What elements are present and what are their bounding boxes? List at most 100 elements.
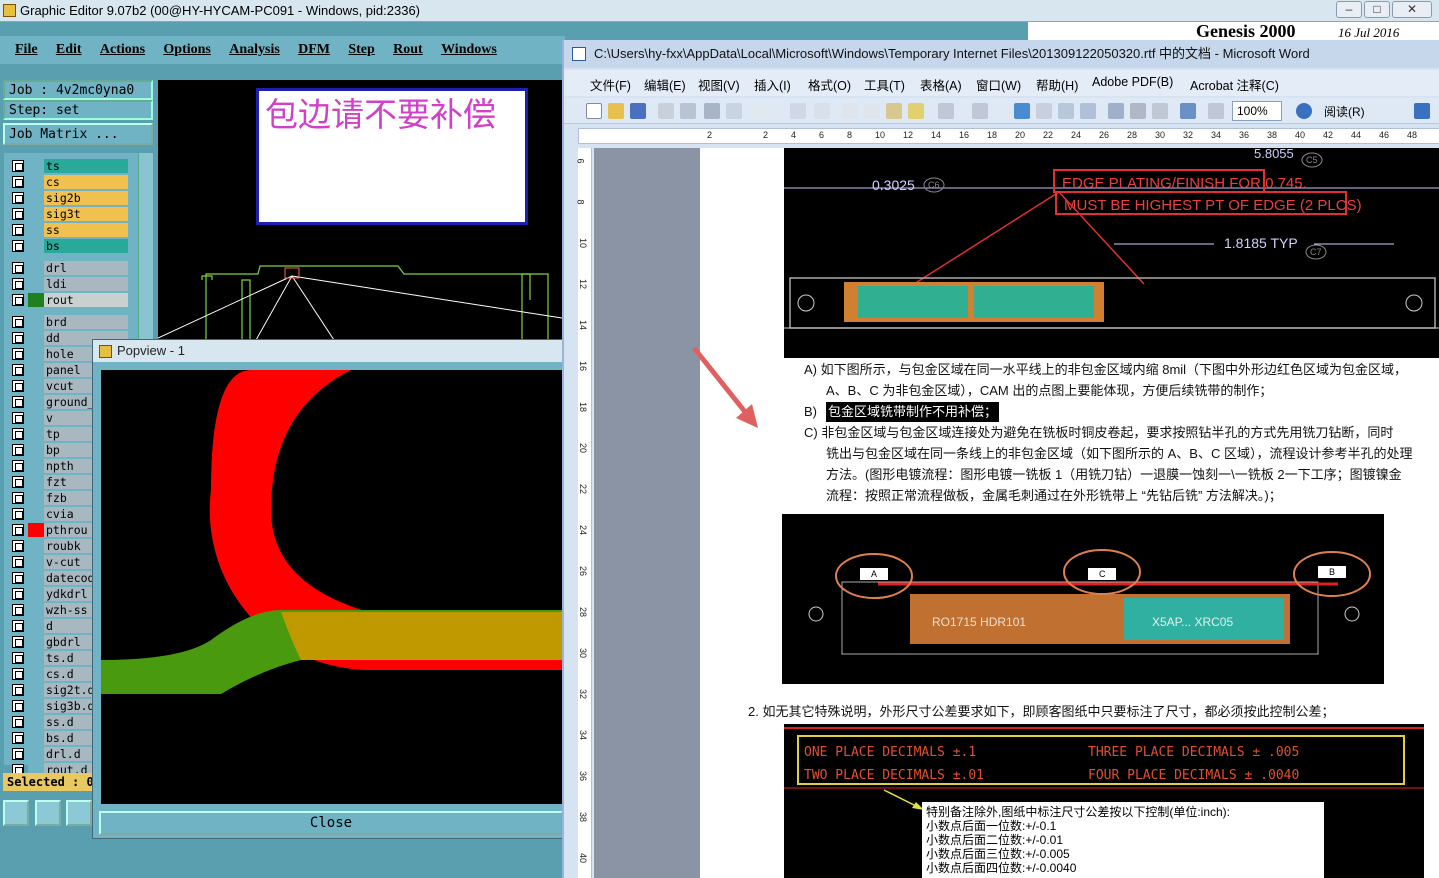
layer-row[interactable]: drl	[8, 261, 128, 275]
paragraph-mark-icon[interactable]	[1208, 103, 1224, 119]
layer-checkbox[interactable]	[12, 636, 24, 648]
layer-checkbox[interactable]	[12, 684, 24, 696]
drawing-icon[interactable]	[1130, 103, 1146, 119]
layer-checkbox[interactable]	[12, 604, 24, 616]
hyperlink-icon[interactable]	[1014, 103, 1030, 119]
tool-button-2[interactable]	[35, 800, 61, 826]
word-menu-edit[interactable]: 编辑(E)	[644, 75, 686, 94]
word-menu-file[interactable]: 文件(F)	[590, 75, 631, 94]
layer-checkbox[interactable]	[12, 208, 24, 220]
insert-table-icon[interactable]	[1058, 103, 1074, 119]
print-icon[interactable]	[704, 103, 720, 119]
layer-checkbox[interactable]	[12, 176, 24, 188]
minimize-button[interactable]: –	[1336, 1, 1362, 18]
traditional-icon[interactable]	[754, 103, 770, 119]
popview-close-button[interactable]: Close	[99, 811, 563, 835]
word-menu-tools[interactable]: 工具(T)	[864, 75, 905, 94]
layer-checkbox[interactable]	[12, 192, 24, 204]
layer-row[interactable]: rout	[8, 293, 128, 307]
paste-icon[interactable]	[886, 103, 902, 119]
save-icon[interactable]	[630, 103, 646, 119]
layer-checkbox[interactable]	[12, 460, 24, 472]
layer-checkbox[interactable]	[12, 524, 24, 536]
layer-checkbox[interactable]	[12, 572, 24, 584]
layer-checkbox[interactable]	[12, 278, 24, 290]
layer-row[interactable]: ldi	[8, 277, 128, 291]
word-menu-format[interactable]: 格式(O)	[808, 75, 851, 94]
permission-icon[interactable]	[658, 103, 674, 119]
columns-icon[interactable]	[1108, 103, 1124, 119]
open-icon[interactable]	[608, 103, 624, 119]
layer-checkbox[interactable]	[12, 380, 24, 392]
new-doc-icon[interactable]	[586, 103, 602, 119]
layer-checkbox[interactable]	[12, 396, 24, 408]
layer-checkbox[interactable]	[12, 508, 24, 520]
layer-row[interactable]: ss	[8, 223, 128, 237]
tool-button-3[interactable]	[66, 800, 92, 826]
redo-icon[interactable]	[972, 103, 988, 119]
menu-file[interactable]: File	[15, 36, 38, 64]
layer-checkbox[interactable]	[12, 262, 24, 274]
document-map-icon[interactable]	[1152, 103, 1168, 119]
layer-row[interactable]: ts	[8, 159, 128, 173]
spellcheck-icon[interactable]	[790, 103, 806, 119]
layer-checkbox[interactable]	[12, 332, 24, 344]
menu-windows[interactable]: Windows	[441, 36, 497, 64]
tool-button-1[interactable]	[3, 800, 29, 826]
layer-checkbox[interactable]	[12, 732, 24, 744]
word-menu-table[interactable]: 表格(A)	[920, 75, 962, 94]
research-icon[interactable]	[814, 103, 830, 119]
email-icon[interactable]	[680, 103, 696, 119]
word-menu-acrobat[interactable]: Acrobat 注释(C)	[1190, 75, 1279, 94]
print-preview-icon[interactable]	[726, 103, 742, 119]
insert-excel-icon[interactable]	[1080, 103, 1096, 119]
layer-checkbox[interactable]	[12, 316, 24, 328]
layer-checkbox[interactable]	[12, 240, 24, 252]
cut-icon[interactable]	[842, 103, 858, 119]
help-icon[interactable]	[1296, 103, 1312, 119]
word-menu-insert[interactable]: 插入(I)	[754, 75, 791, 94]
layer-checkbox[interactable]	[12, 492, 24, 504]
layer-checkbox[interactable]	[12, 428, 24, 440]
document-page[interactable]: 5.8055 C5 0.3025 C6 EDGE PLATING/FINISH …	[692, 148, 1439, 878]
undo-icon[interactable]	[938, 103, 954, 119]
layer-checkbox[interactable]	[12, 348, 24, 360]
menu-options[interactable]: Options	[163, 36, 210, 64]
menu-edit[interactable]: Edit	[56, 36, 82, 64]
layer-checkbox[interactable]	[12, 620, 24, 632]
style-icon[interactable]	[1414, 103, 1430, 119]
menu-rout[interactable]: Rout	[393, 36, 423, 64]
maximize-button[interactable]: □	[1364, 1, 1390, 18]
layer-row[interactable]: sig2b	[8, 191, 128, 205]
layer-checkbox[interactable]	[12, 700, 24, 712]
menu-step[interactable]: Step	[348, 36, 374, 64]
para-b-selected[interactable]: 包金区域铣带制作不用补偿；	[826, 402, 1000, 422]
word-menu-view[interactable]: 视图(V)	[698, 75, 740, 94]
layer-checkbox[interactable]	[12, 668, 24, 680]
word-menu-window[interactable]: 窗口(W)	[976, 75, 1021, 94]
layer-checkbox[interactable]	[12, 364, 24, 376]
read-button[interactable]: 阅读(R)	[1324, 103, 1365, 120]
layer-checkbox[interactable]	[12, 556, 24, 568]
layer-checkbox[interactable]	[12, 476, 24, 488]
word-menu-help[interactable]: 帮助(H)	[1036, 75, 1078, 94]
layer-row[interactable]: cs	[8, 175, 128, 189]
show-hide-icon[interactable]	[1180, 103, 1196, 119]
layer-row[interactable]: bs	[8, 239, 128, 253]
layer-checkbox[interactable]	[12, 540, 24, 552]
menu-actions[interactable]: Actions	[100, 36, 145, 64]
job-matrix-button[interactable]: Job Matrix ...	[3, 123, 153, 145]
tables-borders-icon[interactable]	[1036, 103, 1052, 119]
layer-row[interactable]: sig3t	[8, 207, 128, 221]
close-window-button[interactable]: ✕	[1392, 1, 1432, 18]
layer-row[interactable]: brd	[8, 315, 128, 329]
layer-checkbox[interactable]	[12, 160, 24, 172]
menu-dfm[interactable]: DFM	[298, 36, 330, 64]
layer-checkbox[interactable]	[12, 652, 24, 664]
layer-checkbox[interactable]	[12, 444, 24, 456]
layer-checkbox[interactable]	[12, 224, 24, 236]
layer-checkbox[interactable]	[12, 412, 24, 424]
format-painter-icon[interactable]	[908, 103, 924, 119]
zoom-select[interactable]: 100%	[1232, 101, 1282, 121]
copy-icon[interactable]	[864, 103, 880, 119]
